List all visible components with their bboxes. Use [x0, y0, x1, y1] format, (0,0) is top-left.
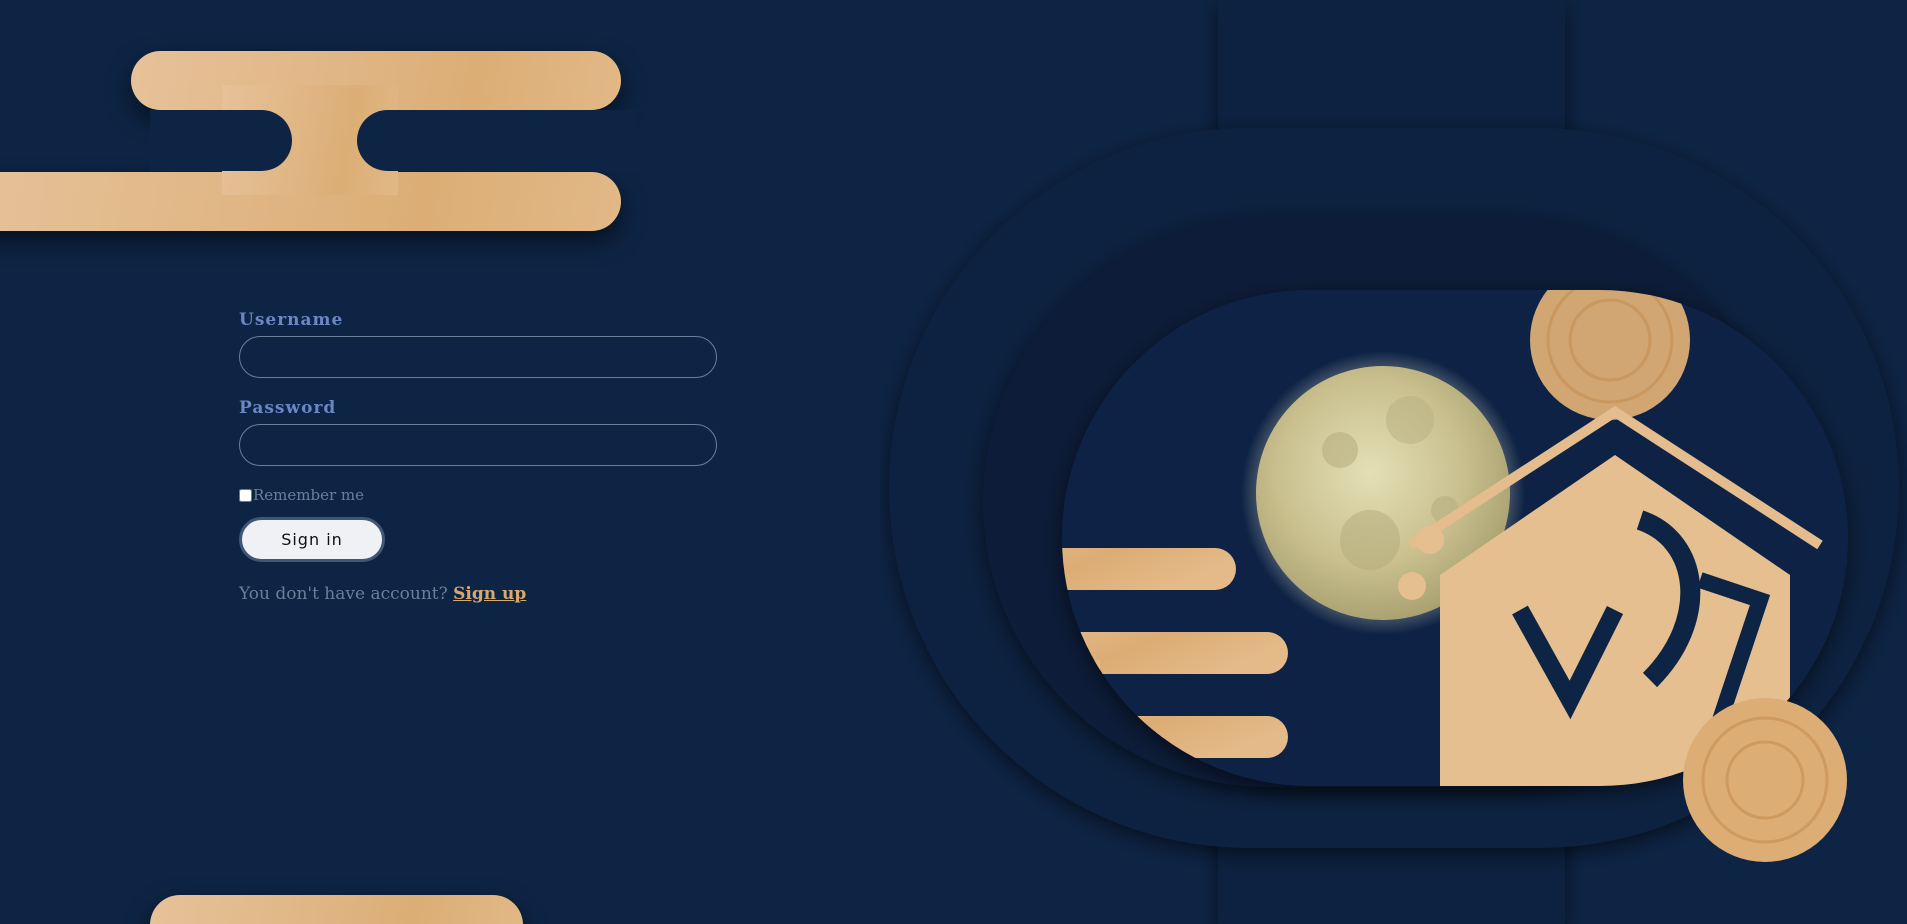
sign-up-link[interactable]: Sign up: [453, 584, 526, 604]
signup-row: You don't have account? Sign up: [239, 584, 717, 604]
password-input[interactable]: [239, 424, 717, 466]
login-form: Username Password Remember me Sign in Yo…: [239, 310, 717, 604]
sign-in-button[interactable]: Sign in: [239, 517, 385, 562]
username-label: Username: [239, 310, 344, 330]
signup-prompt: You don't have account?: [239, 584, 448, 604]
mooncake-bottom: [1683, 698, 1847, 862]
remember-me-checkbox[interactable]: [239, 488, 252, 502]
username-input[interactable]: [239, 336, 717, 378]
password-label: Password: [239, 398, 337, 418]
remember-me-label: Remember me: [253, 486, 365, 504]
mid-autumn-artwork: [889, 0, 1899, 924]
remember-row: Remember me: [239, 486, 717, 504]
cloud-decoration-bottom: [150, 895, 523, 924]
login-page: Username Password Remember me Sign in Yo…: [0, 0, 1907, 924]
